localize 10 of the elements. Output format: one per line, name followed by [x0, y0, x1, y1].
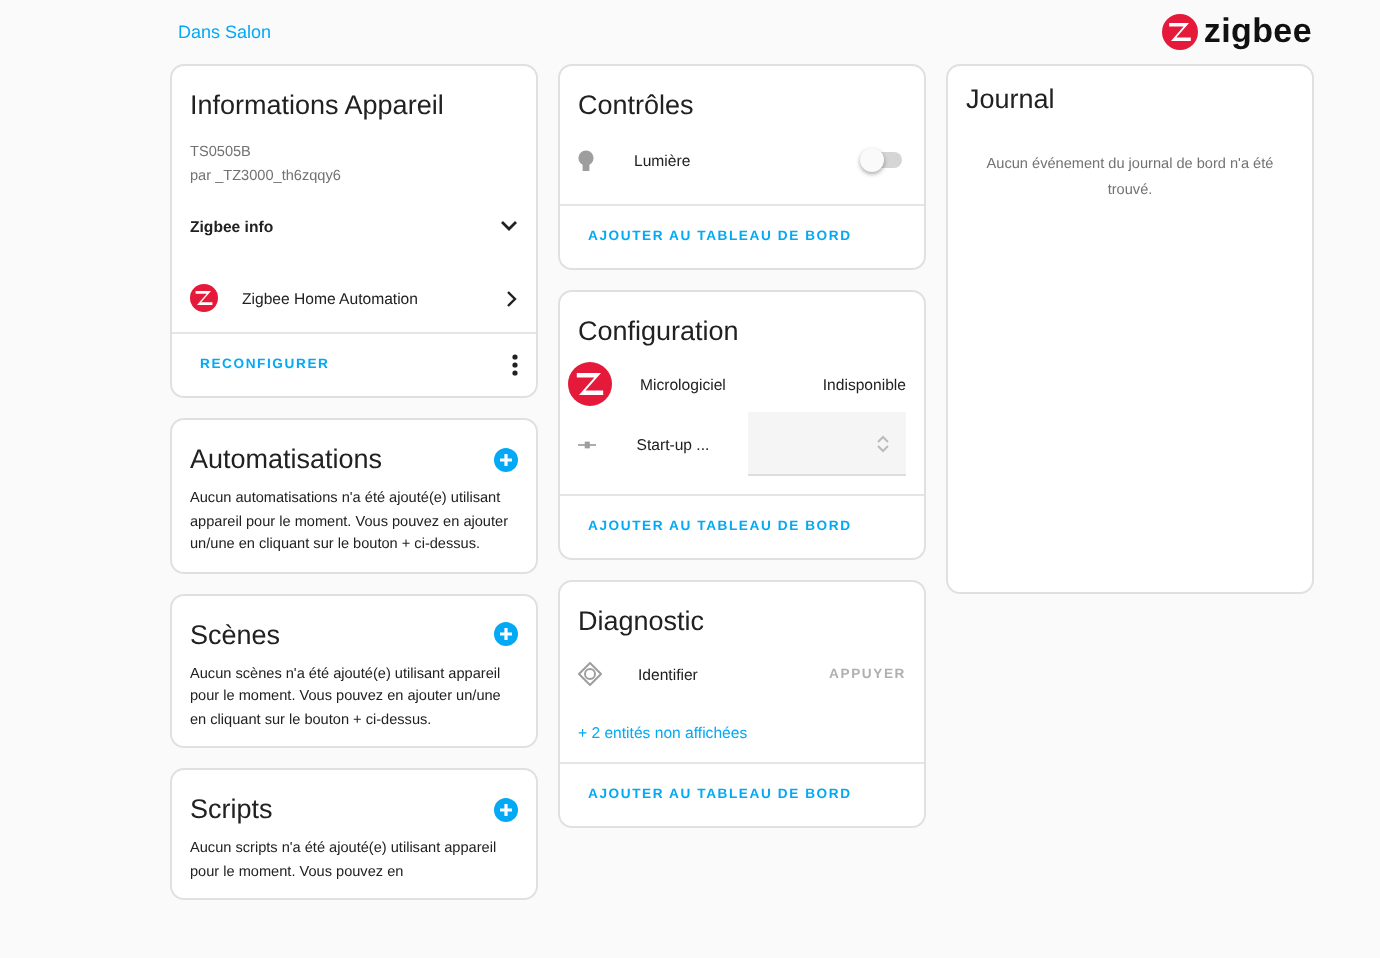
card-title: Scripts — [190, 794, 273, 824]
card-title: Configuration — [578, 316, 739, 346]
card-title: Scènes — [190, 619, 281, 649]
card-title: Contrôles — [578, 90, 694, 120]
breadcrumb-link[interactable]: Dans Salon — [178, 22, 272, 42]
brand-name: zigbee — [1203, 12, 1312, 52]
card-title: Journal — [966, 84, 1055, 114]
card-title: Informations Appareil — [190, 90, 444, 120]
card-title: Automatisations — [190, 444, 383, 474]
card-title: Diagnostic — [578, 606, 705, 636]
